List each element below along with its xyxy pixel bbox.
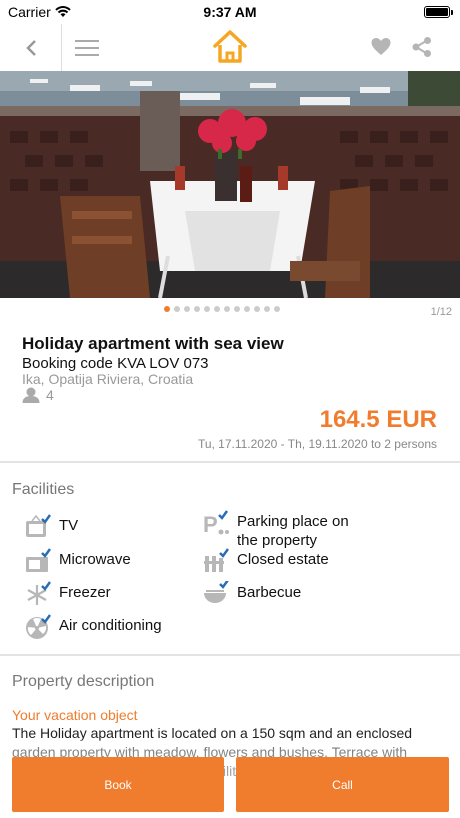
person-icon [22, 387, 40, 403]
facility-freezer: Freezer [25, 581, 111, 607]
facility-tv: TV [25, 514, 78, 540]
status-bar: Carrier 9:37 AM [0, 0, 460, 24]
chevron-left-icon [25, 39, 36, 56]
svg-text:P: P [203, 512, 218, 536]
carousel-dot[interactable] [214, 306, 220, 312]
facility-air-conditioning: Air conditioning [25, 614, 162, 640]
house-logo-icon[interactable] [211, 28, 249, 66]
facility-label: Microwave [59, 551, 131, 568]
divider [0, 461, 460, 463]
menu-button[interactable] [62, 24, 112, 71]
carousel-dot[interactable] [174, 306, 180, 312]
facilities-title: Facilities [12, 481, 75, 498]
persons-count: 4 [22, 387, 54, 403]
carousel-dot[interactable] [224, 306, 230, 312]
fence-icon [204, 548, 229, 572]
microwave-icon [26, 548, 51, 572]
call-button[interactable]: Call [236, 757, 449, 812]
carousel-dot[interactable] [184, 306, 190, 312]
battery-icon [424, 6, 453, 18]
wifi-icon [55, 6, 71, 17]
persons-value: 4 [46, 387, 54, 403]
carousel-dot[interactable] [274, 306, 280, 312]
carrier-label: Carrier [8, 4, 51, 20]
description-subtitle: Your vacation object [12, 707, 138, 723]
share-icon[interactable] [411, 36, 433, 58]
facility-label: TV [59, 517, 79, 534]
back-button[interactable] [0, 24, 62, 71]
snowflake-icon [27, 581, 51, 605]
carousel-dot[interactable] [264, 306, 270, 312]
hamburger-icon [75, 39, 99, 56]
description-title: Property description [12, 673, 155, 690]
facility-label: Parking place on the property [237, 513, 349, 549]
divider [0, 654, 460, 656]
travel-dates[interactable]: Tu, 17.11.2020 - Th, 19.11.2020 to 2 per… [198, 437, 437, 451]
carousel-dot[interactable] [194, 306, 200, 312]
carrier: Carrier [8, 4, 71, 20]
photo-carousel-indicator[interactable]: 1/12 [0, 298, 460, 322]
carousel-dot[interactable] [204, 306, 210, 312]
barbecue-icon [204, 581, 229, 603]
property-title: Holiday apartment with sea view [22, 334, 284, 353]
book-button[interactable]: Book [12, 757, 224, 812]
booking-code: Booking code KVA LOV 073 [22, 355, 209, 372]
parking-icon: P [203, 510, 229, 536]
facility-label: Freezer [59, 584, 111, 601]
tv-icon [26, 514, 51, 537]
property-location: Ika, Opatija Riviera, Croatia [22, 371, 194, 387]
nav-bar [0, 24, 460, 71]
facility-barbecue: Barbecue [203, 581, 301, 607]
heart-icon[interactable] [370, 36, 392, 58]
facility-label: Barbecue [237, 584, 302, 601]
facility-label: Closed estate [237, 551, 329, 568]
facility-closed-estate: Closed estate [203, 548, 329, 574]
fan-icon [26, 614, 51, 639]
carousel-dot[interactable] [164, 306, 170, 312]
property-photo[interactable] [0, 71, 460, 298]
carousel-dots[interactable] [164, 306, 280, 312]
facility-microwave: Microwave [25, 548, 131, 574]
photo-illustration [0, 71, 460, 298]
photo-counter: 1/12 [430, 306, 452, 318]
facility-parking: P Parking place on the property [203, 510, 373, 550]
carousel-dot[interactable] [234, 306, 240, 312]
carousel-dot[interactable] [254, 306, 260, 312]
facility-label: Air conditioning [59, 617, 162, 634]
price: 164.5 EUR [319, 406, 437, 433]
carousel-dot[interactable] [244, 306, 250, 312]
